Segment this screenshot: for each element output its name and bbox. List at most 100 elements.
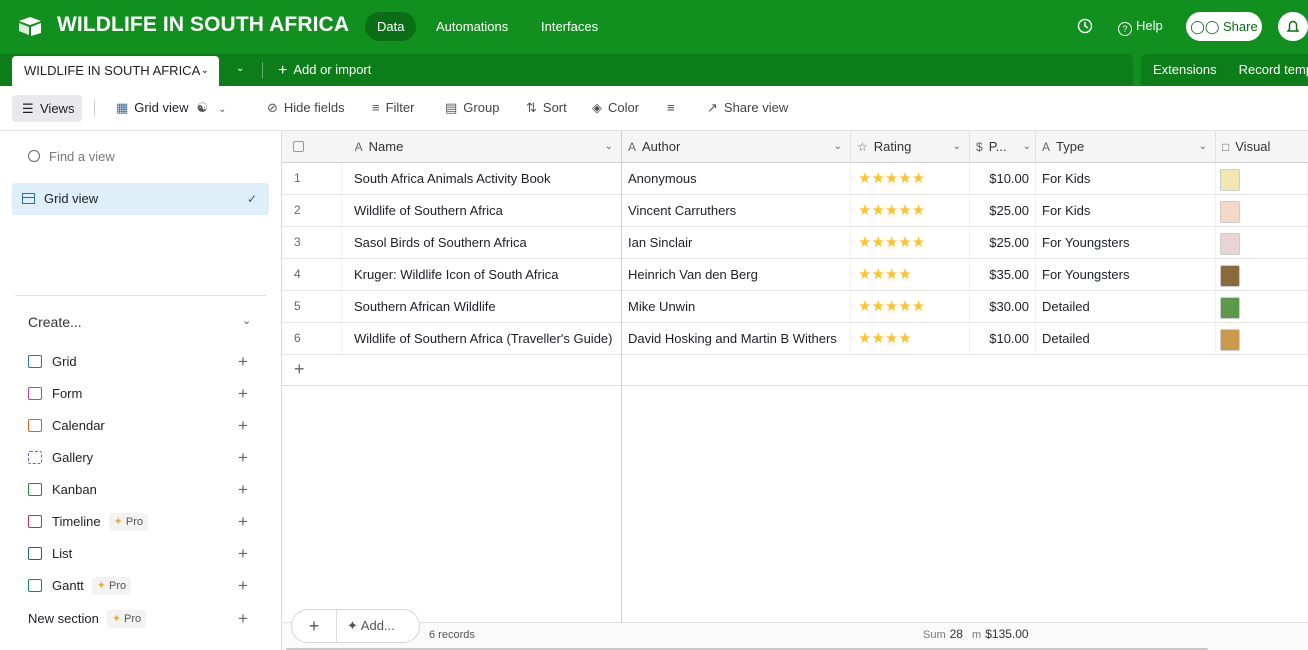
cell-name[interactable]: Kruger: Wildlife Icon of South Africa [282,259,622,291]
row-height-icon[interactable]: ≡ [667,100,675,115]
star-icon[interactable]: ★ [898,202,911,219]
add-record-button[interactable]: + [292,610,337,642]
notification-bell-icon[interactable] [1278,12,1308,41]
star-icon[interactable]: ★ [885,170,898,187]
cell-type[interactable]: For Kids [1036,195,1216,227]
create-calendar[interactable]: Calendar + [28,415,258,437]
chevron-down-icon[interactable]: ⌄ [605,131,613,162]
star-icon[interactable]: ★ [885,298,898,315]
star-icon[interactable]: ★ [871,234,884,251]
create-kanban[interactable]: Kanban + [28,479,258,501]
cell-rating[interactable]: ★★★★★ [851,291,970,323]
plus-icon[interactable]: + [238,415,248,437]
filter-button[interactable]: ≡ Filter [372,100,414,115]
star-icon[interactable]: ★ [898,170,911,187]
add-with-ai-button[interactable]: ✦ Add... [347,610,395,642]
star-icon[interactable]: ★ [912,170,925,187]
cell-visual[interactable] [1216,195,1308,227]
plus-icon[interactable]: + [238,575,248,597]
add-record-row[interactable]: + [282,355,622,386]
cell-name[interactable]: South Africa Animals Activity Book [282,163,622,195]
cell-visual[interactable] [1216,163,1308,195]
column-header-price[interactable]: $ P... ⌄ [970,131,1036,163]
cell-name[interactable]: Wildlife of Southern Africa [282,195,622,227]
cell-rating[interactable]: ★★★★ [851,259,970,291]
sidebar-item-grid-view[interactable]: Grid view ✓ [12,183,269,215]
cell-price[interactable]: $25.00 [970,227,1036,259]
attachment-thumbnail[interactable] [1220,201,1240,223]
cell-author[interactable]: Ian Sinclair [622,227,851,259]
plus-icon[interactable]: + [238,543,248,565]
share-button[interactable]: ◯◯ Share [1186,12,1262,41]
cell-price[interactable]: $25.00 [970,195,1036,227]
star-icon[interactable]: ★ [912,234,925,251]
view-switcher[interactable]: ▦ Grid view ☯ ⌄ [116,100,227,116]
cell-rating[interactable]: ★★★★★ [851,227,970,259]
star-icon[interactable]: ★ [885,202,898,219]
base-title[interactable]: WILDLIFE IN SOUTH AFRICA [57,13,349,37]
attachment-thumbnail[interactable] [1220,329,1240,351]
create-form[interactable]: Form + [28,383,258,405]
chevron-down-icon[interactable]: ⌄ [201,56,209,86]
plus-icon[interactable]: + [238,351,248,373]
create-grid[interactable]: Grid + [28,351,258,373]
cell-type[interactable]: For Kids [1036,163,1216,195]
attachment-thumbnail[interactable] [1220,265,1240,287]
column-header-rating[interactable]: ☆ Rating ⌄ [851,131,970,163]
column-header-type[interactable]: A Type ⌄ [1036,131,1216,163]
cell-visual[interactable] [1216,323,1308,355]
cell-price[interactable]: $10.00 [970,323,1036,355]
star-icon[interactable]: ★ [898,330,911,347]
star-icon[interactable]: ★ [858,202,871,219]
cell-price[interactable]: $10.00 [970,163,1036,195]
history-icon[interactable] [1076,17,1094,35]
attachment-thumbnail[interactable] [1220,169,1240,191]
chevron-down-icon[interactable]: ⌄ [242,314,251,327]
star-icon[interactable]: ★ [871,170,884,187]
tab-wildlife[interactable]: WILDLIFE IN SOUTH AFRICA ⌄ [12,56,219,86]
cell-price[interactable]: $30.00 [970,291,1036,323]
create-list[interactable]: List + [28,543,258,565]
record-templates-button[interactable]: Record temp [1239,62,1308,77]
star-icon[interactable]: ★ [858,298,871,315]
summary-bar[interactable]: Sum 28 m $135.00 [923,627,1029,641]
cell-author[interactable]: Mike Unwin [622,291,851,323]
cell-rating[interactable]: ★★★★ [851,323,970,355]
cell-author[interactable]: David Hosking and Martin B Withers [622,323,851,355]
sort-button[interactable]: ⇅ Sort [526,100,567,116]
create-gallery[interactable]: Gallery + [28,447,258,469]
cell-name[interactable]: Wildlife of Southern Africa (Traveller's… [282,323,622,355]
chevron-down-icon[interactable]: ⌄ [1023,131,1031,162]
base-logo-icon[interactable] [18,16,42,36]
color-button[interactable]: ◈ Color [592,100,639,116]
star-icon[interactable]: ★ [898,298,911,315]
cell-type[interactable]: For Youngsters [1036,259,1216,291]
chevron-down-icon[interactable]: ⌄ [334,18,344,32]
share-view-button[interactable]: ↗ Share view [707,100,788,116]
star-icon[interactable]: ★ [898,234,911,251]
cell-name[interactable]: Sasol Birds of Southern Africa [282,227,622,259]
star-icon[interactable]: ★ [858,266,871,283]
attachment-thumbnail[interactable] [1220,233,1240,255]
star-icon[interactable]: ★ [885,330,898,347]
star-icon[interactable]: ★ [871,266,884,283]
nav-interfaces[interactable]: Interfaces [529,12,610,41]
attachment-thumbnail[interactable] [1220,297,1240,319]
create-timeline[interactable]: Timeline ✦ Pro + [28,511,258,533]
cell-author[interactable]: Anonymous [622,163,851,195]
cell-visual[interactable] [1216,227,1308,259]
extensions-button[interactable]: Extensions [1153,62,1217,77]
create-gantt[interactable]: Gantt ✦ Pro + [28,575,258,597]
nav-automations[interactable]: Automations [424,12,520,41]
help-button[interactable]: ? Help [1118,18,1163,36]
star-icon[interactable]: ★ [912,298,925,315]
star-icon[interactable]: ★ [885,266,898,283]
select-all-checkbox[interactable] [293,141,304,152]
plus-icon[interactable]: + [238,383,248,405]
cell-author[interactable]: Vincent Carruthers [622,195,851,227]
chevron-down-icon[interactable]: ⌄ [1199,131,1207,162]
cell-visual[interactable] [1216,291,1308,323]
column-header-visual[interactable]: □ Visual [1216,131,1308,163]
add-or-import-button[interactable]: + Add or import [278,62,371,80]
star-icon[interactable]: ★ [871,202,884,219]
